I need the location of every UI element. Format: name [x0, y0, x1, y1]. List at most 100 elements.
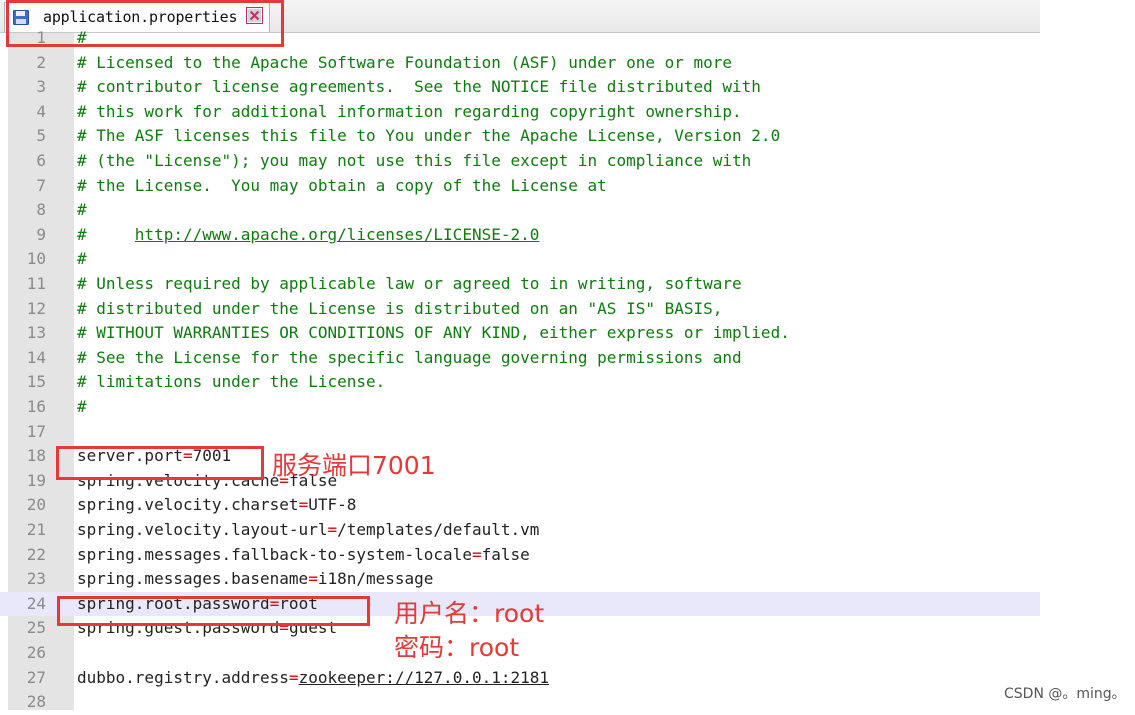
comment-text: # Unless required by applicable law or a… — [77, 274, 742, 293]
property-value: /templates/default.vm — [337, 520, 540, 539]
line-number: 17 — [26, 421, 46, 441]
line-number: 22 — [26, 544, 46, 564]
line-content: # Unless required by applicable law or a… — [77, 272, 742, 297]
line-content: # contributor license agreements. See th… — [77, 75, 761, 100]
line-number: 24 — [26, 593, 46, 613]
comment-text: # WITHOUT WARRANTIES OR CONDITIONS OF AN… — [77, 323, 790, 343]
comment-text: # — [77, 249, 87, 269]
line-number: 4 — [36, 101, 46, 121]
line-number: 6 — [36, 151, 46, 170]
line-number: 25 — [26, 618, 46, 638]
line-number: 12 — [26, 298, 46, 318]
code-line[interactable]: 28 — [0, 690, 1040, 715]
port-annotation: 服务端口7001 — [272, 451, 436, 480]
property-key: spring.messages.fallback-to-system-local… — [77, 544, 472, 564]
property-key: dubbo.registry.address — [77, 667, 289, 687]
line-content: # (the "License"); you may not use this … — [77, 149, 751, 174]
csdn-watermark: CSDN @。ming。 — [1004, 686, 1126, 702]
code-line[interactable]: 7 # the License. You may obtain a copy of… — [0, 174, 1040, 199]
code-line[interactable]: 13 # WITHOUT WARRANTIES OR CONDITIONS OF … — [0, 321, 1040, 346]
line-number: 23 — [26, 569, 46, 589]
equals-sign: = — [288, 667, 299, 687]
property-value: false — [481, 544, 530, 564]
line-number: 28 — [26, 692, 46, 712]
line-content: # distributed under the License is distr… — [77, 297, 722, 322]
code-line[interactable]: 26 — [0, 641, 1040, 666]
comment-text: # distributed under the License is distr… — [77, 298, 723, 318]
property-key: spring.messages.basename — [77, 569, 309, 589]
code-line[interactable]: 8 # — [0, 198, 1040, 223]
code-line[interactable]: 23 spring.messages.basename=i18n/message — [0, 567, 1040, 592]
tab-highlight-box — [6, 0, 284, 47]
equals-sign: = — [471, 544, 482, 564]
line-number: 18 — [26, 446, 46, 466]
line-number: 3 — [36, 77, 46, 97]
line-number: 8 — [36, 200, 46, 220]
code-line[interactable]: 5 # The ASF licenses this file to You und… — [0, 124, 1040, 149]
line-number: 9 — [36, 224, 46, 244]
comment-text: # — [77, 224, 135, 244]
comment-text: # the License. You may obtain a copy of … — [77, 175, 607, 195]
line-number: 15 — [26, 372, 46, 392]
line-content: # the License. You may obtain a copy of … — [77, 174, 607, 199]
line-content: # — [77, 395, 87, 420]
property-key: spring.velocity.charset — [77, 495, 299, 515]
property-value: i18n/message — [317, 569, 434, 589]
comment-text: # The ASF licenses this file to You unde… — [77, 126, 781, 146]
code-line[interactable]: 21 spring.velocity.layout-url=/templates/… — [0, 518, 1040, 543]
line-content: dubbo.registry.address=zookeeper://127.0… — [77, 666, 549, 691]
comment-text: # this work for additional information r… — [77, 101, 742, 121]
username-annotation: 用户名：root — [394, 599, 545, 628]
equals-sign: = — [308, 569, 318, 589]
code-line[interactable]: 6 # (the "License"); you may not use this… — [0, 149, 1040, 174]
line-content: # The ASF licenses this file to You unde… — [77, 124, 780, 149]
code-line[interactable]: 12 # distributed under the License is dis… — [0, 297, 1040, 322]
line-content: # http://www.apache.org/licenses/LICENSE… — [77, 223, 539, 248]
line-content: spring.messages.basename=i18n/message — [77, 567, 433, 592]
property-value[interactable]: zookeeper://127.0.0.1:2181 — [299, 668, 549, 687]
line-number: 26 — [26, 643, 46, 662]
line-content: # See the License for the specific langu… — [77, 346, 742, 371]
line-number: 20 — [26, 495, 46, 515]
code-line[interactable]: 20 spring.velocity.charset=UTF-8 — [0, 493, 1040, 518]
code-line[interactable]: 15 # limitations under the License. — [0, 370, 1040, 395]
comment-text: # Licensed to the Apache Software Founda… — [77, 52, 733, 72]
code-line[interactable]: 14 # See the License for the specific lan… — [0, 346, 1040, 371]
comment-text: # contributor license agreements. See th… — [77, 77, 761, 97]
code-line[interactable]: 17 — [0, 420, 1040, 445]
line-number: 11 — [26, 274, 46, 293]
comment-text: # — [77, 200, 87, 220]
line-content: # WITHOUT WARRANTIES OR CONDITIONS OF AN… — [77, 321, 790, 346]
line-number: 5 — [36, 126, 46, 146]
line-number: 19 — [26, 470, 46, 490]
comment-text: # limitations under the License. — [77, 372, 386, 392]
code-line[interactable]: 3 # contributor license agreements. See t… — [0, 75, 1040, 100]
line-content: # — [77, 247, 87, 272]
line-content: # this work for additional information r… — [77, 100, 742, 125]
line-content: # Licensed to the Apache Software Founda… — [77, 51, 732, 76]
code-line[interactable]: 10 # — [0, 247, 1040, 272]
property-key: spring.velocity.layout-url — [77, 520, 328, 539]
port-highlight-box — [56, 446, 264, 480]
password-highlight-box — [57, 596, 370, 626]
code-line[interactable]: 11 # Unless required by applicable law or… — [0, 272, 1040, 297]
line-content: spring.velocity.charset=UTF-8 — [77, 493, 356, 518]
code-line[interactable]: 22 spring.messages.fallback-to-system-loc… — [0, 543, 1040, 568]
property-value: UTF-8 — [308, 495, 357, 515]
line-content: # — [77, 198, 87, 223]
line-content: spring.messages.fallback-to-system-local… — [77, 543, 530, 568]
line-content: # limitations under the License. — [77, 370, 385, 395]
code-line[interactable]: 27 dubbo.registry.address=zookeeper://127… — [0, 666, 1040, 691]
code-line[interactable]: 16 # — [0, 395, 1040, 420]
code-line[interactable]: 2 # Licensed to the Apache Software Found… — [0, 51, 1040, 76]
code-line[interactable]: 9 # http://www.apache.org/licenses/LICENS… — [0, 223, 1040, 248]
code-line[interactable]: 4 # this work for additional information … — [0, 100, 1040, 125]
line-number: 10 — [26, 249, 46, 269]
comment-text: # (the "License"); you may not use this … — [77, 151, 752, 170]
password-annotation: 密码：root — [394, 633, 520, 662]
line-number: 16 — [26, 397, 46, 416]
line-number: 14 — [26, 347, 46, 367]
equals-sign: = — [298, 495, 309, 515]
license-link[interactable]: http://www.apache.org/licenses/LICENSE-2… — [135, 225, 540, 244]
line-number: 27 — [26, 667, 46, 687]
